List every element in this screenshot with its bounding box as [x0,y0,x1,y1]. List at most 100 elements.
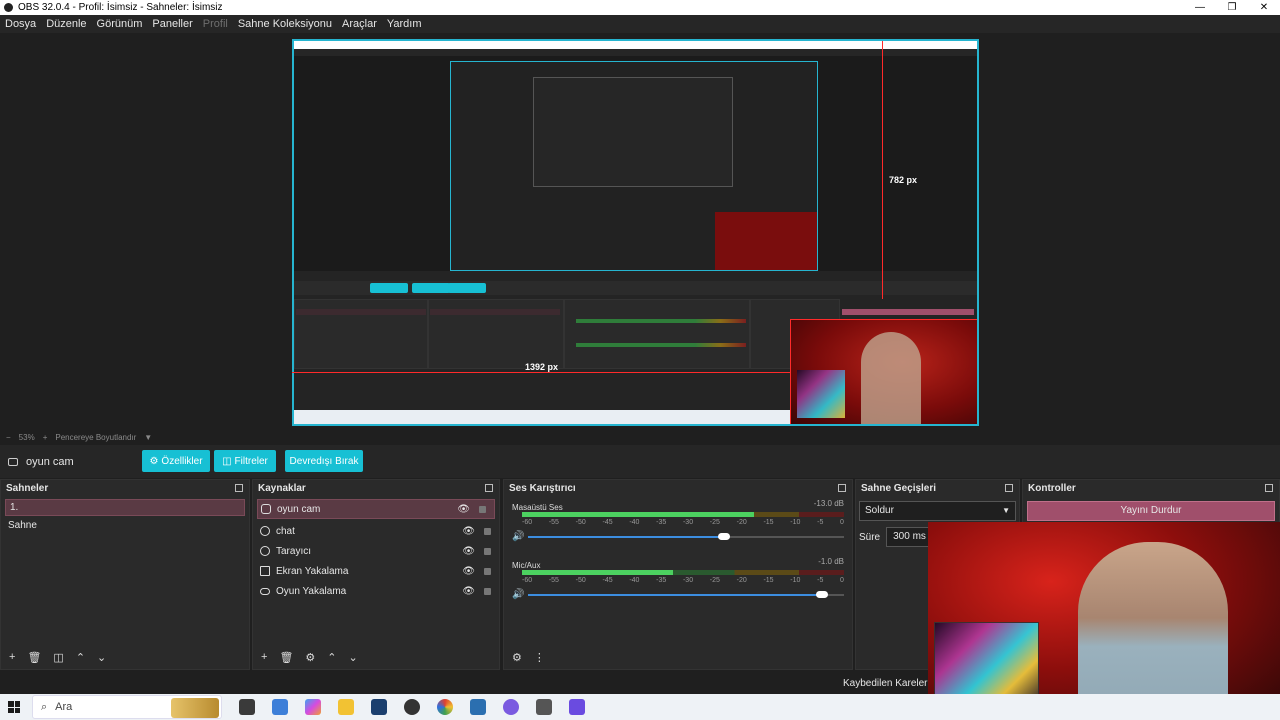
meter-tick-label: -15 [763,577,774,584]
measure-guide-vertical [882,41,883,299]
measure-guide-horizontal [292,372,790,373]
menu-araclar[interactable]: Araçlar [342,18,377,30]
lock-icon[interactable] [484,587,491,595]
selected-source-name: oyun cam [26,455,74,468]
windows-start-icon[interactable] [8,701,20,713]
source-item[interactable]: oyun cam 👁 [257,499,495,519]
window-title: OBS 32.0.4 - Profil: İsimsiz - Sahneler:… [18,2,223,13]
restore-icon[interactable]: ❐ [1216,0,1248,15]
trash-icon[interactable]: 🗑 [27,651,41,664]
volume-slider[interactable] [528,533,844,540]
level-meter-fill [522,512,754,517]
eye-icon[interactable]: 👁 [462,586,475,597]
zoom-bar: − 53% + Pencereye Boyutlandır ▼ [0,430,1280,445]
move-up-button[interactable]: ⌃ [327,651,336,664]
scene-item[interactable]: Sahne [8,520,242,531]
deactivate-button[interactable]: Devredışı Bırak [285,450,363,472]
taskbar-search[interactable]: ⌕ Ara [32,695,222,719]
zoom-out-button[interactable]: − [6,433,11,442]
sources-title: Kaynaklar [258,483,306,494]
transition-select[interactable]: Soldur ▼ [859,501,1016,521]
speaker-icon[interactable]: 🔊 [512,589,524,600]
mixer-settings-icon[interactable]: ⚙ [512,651,522,664]
duration-input[interactable]: 300 ms [886,527,935,547]
lock-icon[interactable] [484,547,491,555]
meter-tick-label: 0 [840,577,844,584]
stop-stream-button[interactable]: Yayını Durdur [1027,501,1275,521]
file-explorer-icon[interactable] [338,699,354,715]
source-item[interactable]: Ekran Yakalama 👁 [253,561,499,581]
trash-icon[interactable]: 🗑 [279,651,293,664]
camera-icon [8,457,18,466]
fit-window-dropdown[interactable]: Pencereye Boyutlandır [55,433,136,442]
menu-sahne-koleksiyonu[interactable]: Sahne Koleksiyonu [238,18,332,30]
app-icon[interactable] [470,699,486,715]
popout-icon[interactable] [235,484,243,492]
scenes-dock: Sahneler 1. Sahne + 🗑 ◫ ⌃ ⌄ [0,479,250,670]
volume-knob[interactable] [717,533,730,540]
menu-dosya[interactable]: Dosya [5,18,36,30]
steam-icon[interactable] [371,699,387,715]
preview-webcam-source[interactable] [790,319,977,424]
meter-tick-label: -5 [817,577,824,584]
chrome-icon[interactable] [437,699,453,715]
minimize-icon[interactable]: — [1184,0,1216,15]
menu-yardim[interactable]: Yardım [387,18,422,30]
close-icon[interactable]: ✕ [1248,0,1280,15]
copilot-icon[interactable] [305,699,321,715]
channel-name: Masaüstü Ses [512,503,563,512]
lock-icon[interactable] [484,567,491,575]
move-down-button[interactable]: ⌄ [97,651,106,664]
meter-tick-label: -20 [736,519,747,526]
discord-icon[interactable] [503,699,519,715]
source-item[interactable]: chat 👁 [253,521,499,541]
search-highlight-image [171,698,219,718]
level-meter-fill [522,570,674,575]
app-icon[interactable] [272,699,288,715]
popout-icon[interactable] [485,484,493,492]
popout-icon[interactable] [1265,484,1273,492]
add-scene-button[interactable]: + [9,651,15,663]
zoom-in-button[interactable]: + [43,433,48,442]
app-icon[interactable] [569,699,585,715]
app-icon[interactable] [536,699,552,715]
eye-icon[interactable]: 👁 [462,526,475,537]
eye-icon[interactable]: 👁 [462,546,475,557]
eye-icon[interactable]: 👁 [462,566,475,577]
menu-duzenle[interactable]: Düzenle [46,18,86,30]
task-view-icon[interactable] [239,699,255,715]
scenes-title: Sahneler [6,483,49,494]
menu-gorunum[interactable]: Görünüm [97,18,143,30]
source-item[interactable]: Tarayıcı 👁 [253,541,499,561]
move-down-button[interactable]: ⌄ [349,651,358,664]
meter-tick-label: -45 [602,519,613,526]
popout-icon[interactable] [838,484,846,492]
move-up-button[interactable]: ⌃ [76,651,85,664]
menu-paneller[interactable]: Paneller [152,18,192,30]
add-source-button[interactable]: + [261,651,267,663]
filter-icon[interactable]: ◫ [53,651,63,664]
meter-scale: -60 -55 -50 -45 -40 -35 -30 -25 -20 -15 -10 -5 0 [522,519,844,526]
menu-profil[interactable]: Profil [203,18,228,30]
meter-tick-label: -30 [682,519,694,526]
speaker-icon[interactable]: 🔊 [512,531,524,542]
volume-slider[interactable] [528,591,844,598]
obs-logo-icon [4,3,13,12]
popout-icon[interactable] [1005,484,1013,492]
lock-icon[interactable] [484,527,491,535]
browser-icon [260,526,270,536]
gear-icon[interactable]: ⚙ [305,651,315,664]
volume-knob[interactable] [815,591,828,598]
filter-icon: ◫ [222,455,232,467]
more-options-icon[interactable]: ⋮ [534,651,545,664]
obs-icon[interactable] [404,699,420,715]
lock-icon[interactable] [479,505,486,513]
source-item[interactable]: Oyun Yakalama 👁 [253,581,499,601]
eye-icon[interactable]: 👁 [457,504,470,515]
scene-item-selected[interactable]: 1. [5,499,245,516]
preview-canvas[interactable] [292,39,979,426]
filters-button[interactable]: ◫ Filtreler [214,450,276,472]
meter-scale: -60 -55 -50 -45 -40 -35 -30 -25 -20 -15 -10 -5 0 [522,577,844,584]
chevron-down-icon[interactable]: ▼ [144,433,152,442]
properties-button[interactable]: ⚙ Özellikler [142,450,210,472]
